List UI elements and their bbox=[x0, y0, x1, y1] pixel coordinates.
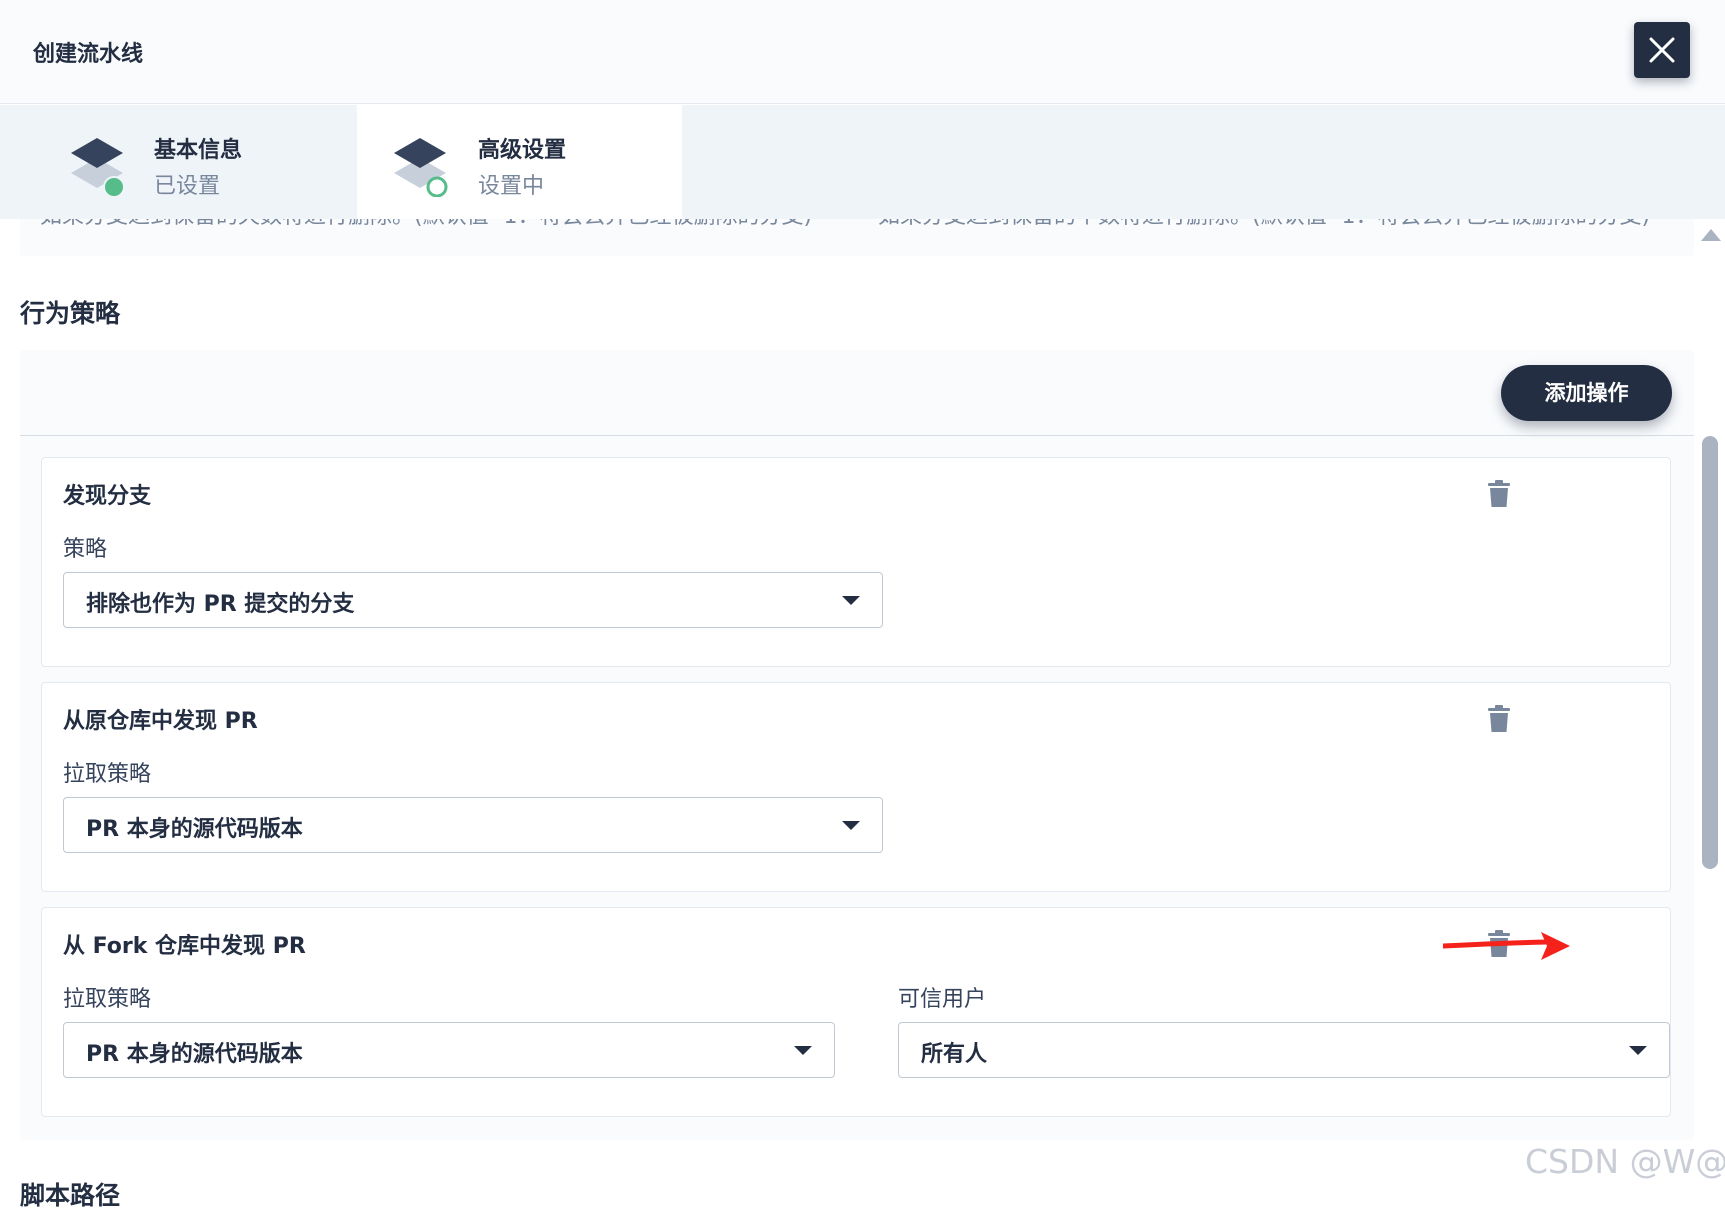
field-label: 拉取策略 bbox=[63, 987, 152, 1012]
scroll-up-arrow-icon[interactable] bbox=[1701, 229, 1721, 241]
card-title: 发现分支 bbox=[63, 484, 152, 509]
behavior-card-discover-origin-pr: 从原仓库中发现 PR 拉取策略 PR 本身的源代码版本 bbox=[41, 682, 1671, 892]
close-button[interactable] bbox=[1634, 22, 1690, 78]
layers-icon bbox=[394, 138, 448, 197]
step-advanced-settings[interactable]: 高级设置 设置中 bbox=[357, 105, 682, 219]
step-basic-info[interactable]: 基本信息 已设置 bbox=[0, 105, 357, 219]
behavior-panel: 添加操作 发现分支 策略 排除也作为 PR 提交的分支 从原仓库中发现 PR 拉… bbox=[20, 350, 1694, 1140]
behavior-panel-header: 添加操作 bbox=[20, 350, 1694, 436]
trash-icon[interactable] bbox=[1487, 705, 1511, 733]
select-value: 所有人 bbox=[921, 1042, 988, 1067]
field-label: 可信用户 bbox=[898, 987, 987, 1012]
section-title-script-path: 脚本路径 bbox=[20, 1181, 121, 1210]
chevron-down-icon bbox=[1629, 1046, 1647, 1055]
strategy-select[interactable]: 排除也作为 PR 提交的分支 bbox=[63, 572, 883, 628]
field-label: 策略 bbox=[63, 537, 108, 562]
behavior-card-discover-fork-pr: 从 Fork 仓库中发现 PR 拉取策略 PR 本身的源代码版本 可信用户 所有… bbox=[41, 907, 1671, 1117]
card-title: 从原仓库中发现 PR bbox=[63, 709, 258, 734]
card-title: 从 Fork 仓库中发现 PR bbox=[63, 934, 306, 959]
step-tabs: 基本信息 已设置 高级设置 设置中 bbox=[0, 105, 1725, 219]
step-title: 基本信息 bbox=[154, 138, 243, 163]
section-title-behavior: 行为策略 bbox=[20, 299, 121, 328]
select-value: 排除也作为 PR 提交的分支 bbox=[86, 592, 355, 617]
step-status: 设置中 bbox=[478, 174, 545, 199]
pull-strategy-select[interactable]: PR 本身的源代码版本 bbox=[63, 797, 883, 853]
scrollbar-thumb[interactable] bbox=[1702, 436, 1718, 869]
select-value: PR 本身的源代码版本 bbox=[86, 817, 303, 842]
close-icon bbox=[1649, 37, 1675, 63]
chevron-down-icon bbox=[794, 1046, 812, 1055]
behavior-card-discover-branches: 发现分支 策略 排除也作为 PR 提交的分支 bbox=[41, 457, 1671, 667]
pull-strategy-select[interactable]: PR 本身的源代码版本 bbox=[63, 1022, 835, 1078]
annotation-arrow-icon bbox=[1443, 932, 1570, 960]
chevron-down-icon bbox=[842, 821, 860, 830]
watermark: CSDN @W@# bbox=[1525, 1142, 1725, 1181]
add-action-button[interactable]: 添加操作 bbox=[1501, 365, 1672, 421]
step-status: 已设置 bbox=[154, 174, 221, 199]
chevron-down-icon bbox=[842, 596, 860, 605]
select-value: PR 本身的源代码版本 bbox=[86, 1042, 303, 1067]
modal-title: 创建流水线 bbox=[33, 42, 144, 67]
layers-icon bbox=[71, 138, 125, 197]
trusted-users-select[interactable]: 所有人 bbox=[898, 1022, 1670, 1078]
field-label: 拉取策略 bbox=[63, 762, 152, 787]
modal-header: 创建流水线 bbox=[0, 0, 1725, 104]
step-title: 高级设置 bbox=[478, 138, 567, 163]
trash-icon[interactable] bbox=[1487, 480, 1511, 508]
